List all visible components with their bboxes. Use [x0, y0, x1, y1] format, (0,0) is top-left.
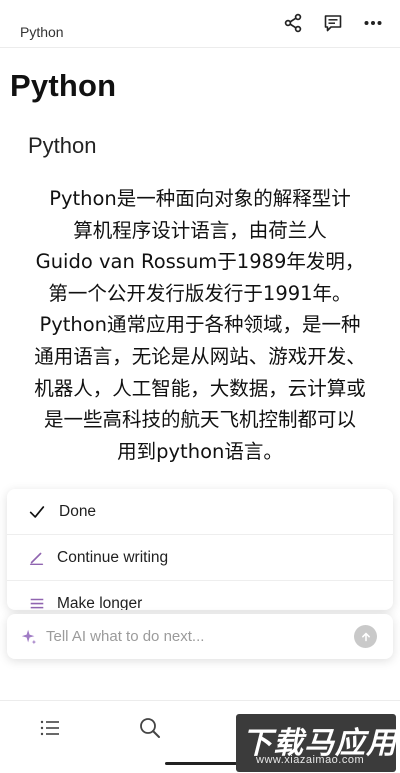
menu-item-continue-writing[interactable]: Continue writing [7, 535, 393, 581]
body-line: 通用语言，无论是从网站、游戏开发、 [34, 344, 366, 368]
top-bar: Python [0, 0, 400, 48]
body-line: 第一个公开发行版发行于1991年。 [48, 281, 352, 305]
check-icon [25, 500, 49, 524]
watermark-url: www.xiazaimao.com [256, 754, 365, 766]
menu-item-label: Make longer [57, 594, 143, 611]
page-title[interactable]: Python [10, 68, 116, 104]
watermark-logo: 下载马应用 www.xiazaimao.com [236, 714, 396, 772]
body-line: 算机程序设计语言，由荷兰人 [73, 218, 327, 242]
ai-prompt-input[interactable] [46, 628, 346, 645]
header-actions [282, 12, 384, 34]
document-heading[interactable]: Python [28, 133, 97, 159]
body-line: Python是一种面向对象的解释型计 [49, 187, 351, 210]
body-line: Python通常应用于各种领域，是一种 [39, 313, 361, 337]
list-icon[interactable] [37, 715, 63, 741]
search-icon[interactable] [137, 715, 163, 741]
comment-icon[interactable] [322, 12, 344, 34]
document-body[interactable]: Python是一种面向对象的解释型计 算机程序设计语言，由荷兰人 Guido v… [6, 183, 394, 467]
menu-item-make-longer[interactable]: Make longer [7, 581, 393, 610]
sparkle-icon [18, 626, 40, 648]
more-icon[interactable] [362, 12, 384, 34]
body-line: 用到python语言。 [117, 439, 283, 463]
menu-item-label: Continue writing [57, 548, 169, 566]
ai-prompt-bar [7, 614, 393, 659]
pen-icon [25, 546, 49, 570]
body-line: 是一些高科技的航天飞机控制都可以 [43, 408, 356, 432]
share-icon[interactable] [282, 12, 304, 34]
body-line: Guido van Rossum于1989年发明， [35, 250, 365, 274]
lines-icon [25, 592, 49, 611]
home-indicator [165, 762, 237, 765]
send-icon[interactable] [354, 625, 377, 648]
body-line: 机器人，人工智能，大数据，云计算或 [34, 376, 366, 400]
menu-item-label: Done [59, 502, 97, 520]
breadcrumb[interactable]: Python [20, 24, 64, 40]
ai-actions-menu: Done Continue writing Make longer [7, 489, 393, 610]
menu-item-done[interactable]: Done [7, 489, 393, 535]
